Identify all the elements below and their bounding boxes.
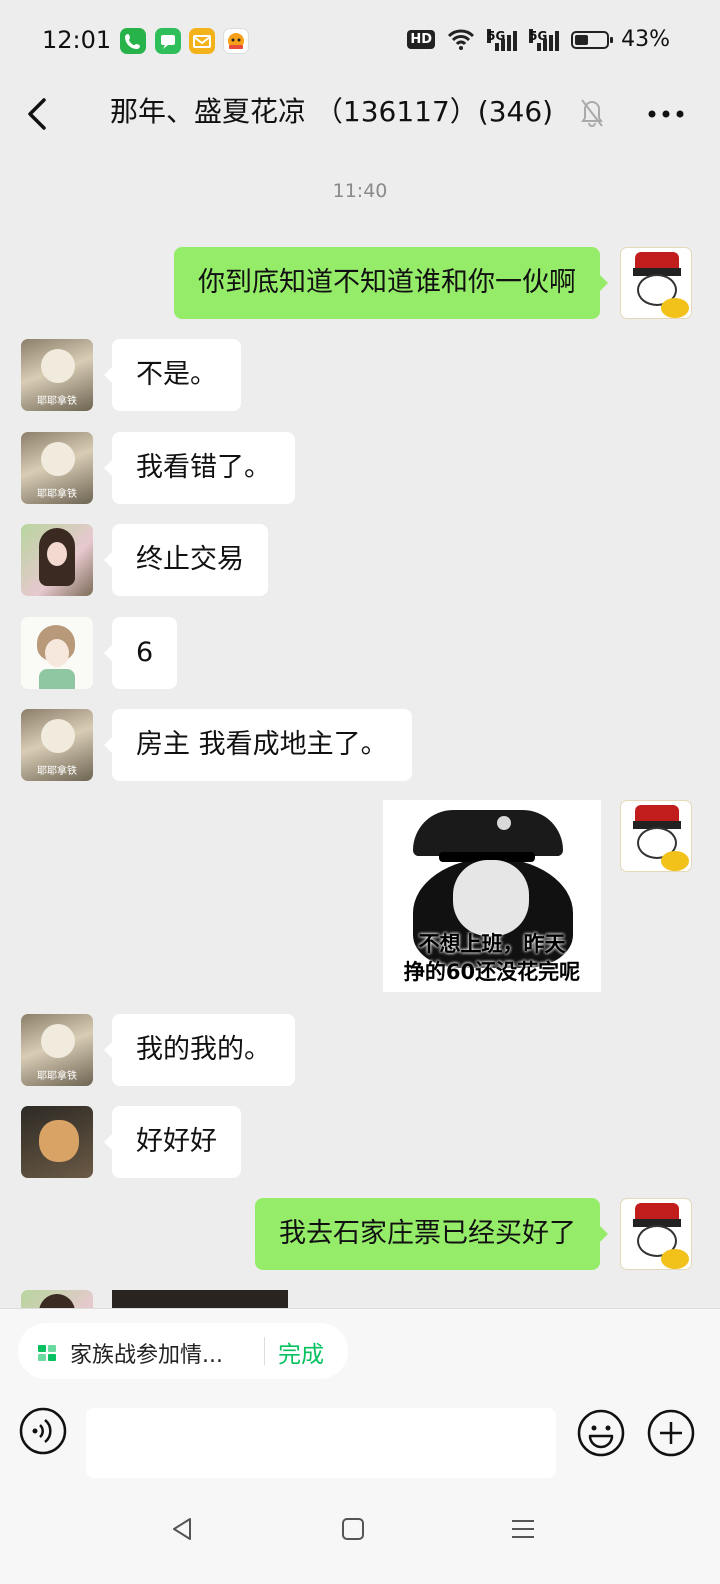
phone-app-icon bbox=[120, 28, 146, 54]
message-input-bar bbox=[0, 1388, 720, 1480]
incoming-message-bubble[interactable]: 6 bbox=[103, 617, 178, 689]
message-timestamp: 11:40 bbox=[332, 180, 388, 202]
mini-program-icon bbox=[38, 1345, 56, 1361]
status-indicators: HD 5G 5G 43% bbox=[407, 27, 670, 52]
chevron-left-icon[interactable] bbox=[18, 92, 58, 136]
sticker-caption-line-1: 不想上班，昨天 bbox=[418, 932, 566, 956]
game-app-icon bbox=[223, 28, 249, 54]
chat-message-list[interactable]: 11:40 你到底知道不知道谁和你一伙啊 耶耶拿铁 不是。 耶耶拿铁 我看错了。… bbox=[0, 150, 720, 1308]
outgoing-message-bubble[interactable]: 我去石家庄票已经买好了 bbox=[255, 1198, 608, 1270]
pill-divider bbox=[264, 1337, 265, 1365]
message-text-input[interactable] bbox=[86, 1408, 556, 1478]
quick-action-bar: 家族战参加情... 完成 bbox=[0, 1308, 720, 1389]
nav-home-icon[interactable] bbox=[338, 1514, 368, 1544]
battery-level-fill bbox=[575, 34, 588, 45]
messages-app-icon bbox=[155, 28, 181, 54]
outgoing-message-bubble[interactable]: 你到底知道不知道谁和你一伙啊 bbox=[174, 247, 608, 319]
mail-app-icon bbox=[189, 28, 215, 54]
dog-avatar[interactable]: 耶耶拿铁 bbox=[21, 1014, 93, 1086]
wifi-icon bbox=[448, 29, 475, 50]
sketch-avatar[interactable] bbox=[21, 617, 93, 689]
chat-header: 那年、盛夏花凉 （136117）(346) bbox=[0, 84, 720, 150]
self-avatar[interactable] bbox=[620, 1198, 692, 1270]
incoming-message-bubble[interactable]: 我的我的。 bbox=[104, 1014, 295, 1086]
nav-back-icon[interactable] bbox=[168, 1514, 198, 1544]
status-bar: 12:01 HD 5G 5G 43% bbox=[0, 0, 720, 84]
dog-avatar[interactable]: 耶耶拿铁 bbox=[21, 432, 93, 504]
plus-icon[interactable] bbox=[646, 1408, 696, 1458]
signal-strength-icon-2: 5G bbox=[529, 28, 560, 51]
partial-image-message bbox=[112, 1290, 288, 1308]
pill-label: 家族战参加情... bbox=[70, 1343, 223, 1368]
incoming-message-bubble[interactable]: 终止交易 bbox=[104, 524, 268, 596]
signal-strength-icon-1: 5G bbox=[487, 28, 518, 51]
girl-avatar[interactable] bbox=[21, 524, 93, 596]
complete-button[interactable]: 完成 bbox=[278, 1335, 324, 1369]
battery-percent: 43% bbox=[621, 27, 670, 52]
hd-voice-badge: HD bbox=[407, 30, 436, 49]
self-avatar[interactable] bbox=[620, 800, 692, 872]
partial-avatar bbox=[21, 1290, 93, 1308]
battery-icon bbox=[571, 30, 614, 49]
dog-avatar[interactable]: 耶耶拿铁 bbox=[21, 339, 93, 411]
incoming-message-bubble[interactable]: 好好好 bbox=[104, 1106, 241, 1178]
incoming-message-bubble[interactable]: 我看错了。 bbox=[104, 432, 295, 504]
cat-avatar[interactable] bbox=[21, 1106, 93, 1178]
more-dots-icon[interactable] bbox=[644, 92, 688, 136]
group-task-pill[interactable]: 家族战参加情... 完成 bbox=[18, 1323, 348, 1379]
self-avatar[interactable] bbox=[620, 247, 692, 319]
sticker-image[interactable]: 不想上班，昨天 挣的60还没花完呢 bbox=[383, 800, 601, 992]
incoming-message-bubble[interactable]: 不是。 bbox=[104, 339, 241, 411]
system-nav-bar bbox=[0, 1480, 720, 1584]
bell-off-icon bbox=[581, 99, 603, 127]
sticker-caption-line-2: 挣的60还没花完呢 bbox=[403, 960, 581, 984]
status-time: 12:01 bbox=[42, 26, 112, 54]
dog-avatar[interactable]: 耶耶拿铁 bbox=[21, 709, 93, 781]
voice-input-icon[interactable] bbox=[18, 1406, 68, 1456]
incoming-message-bubble[interactable]: 房主 我看成地主了。 bbox=[104, 709, 412, 781]
chat-title: 那年、盛夏花凉 （136117）(346) bbox=[110, 95, 554, 128]
nav-menu-icon[interactable] bbox=[508, 1514, 538, 1544]
emoji-icon[interactable] bbox=[576, 1408, 626, 1458]
